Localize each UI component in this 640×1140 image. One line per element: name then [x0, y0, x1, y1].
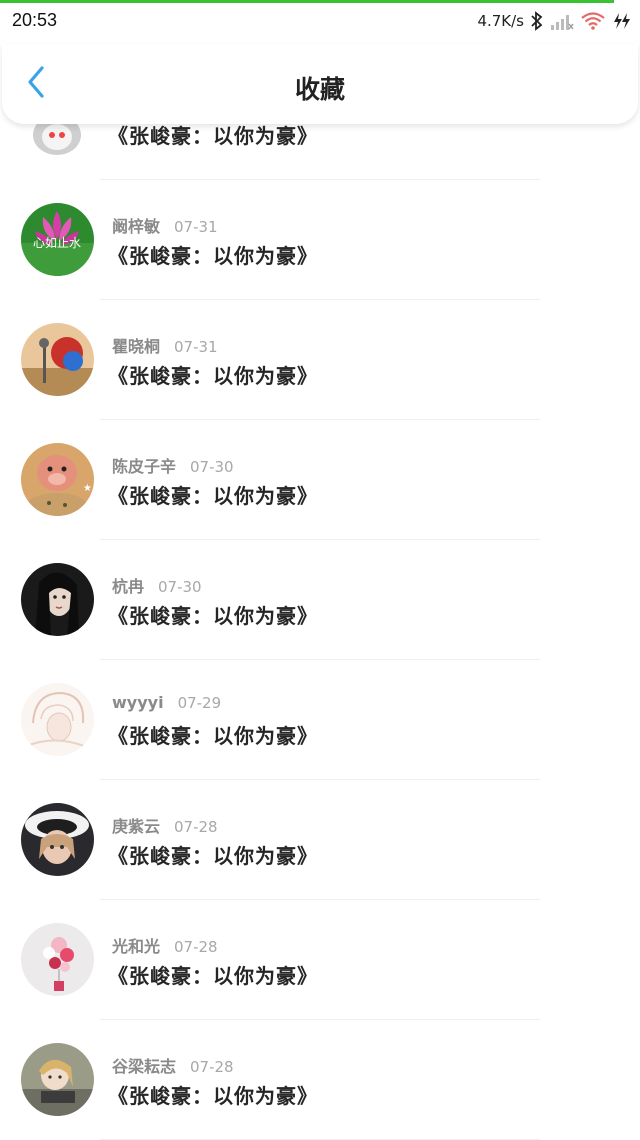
item-meta: 杭冉 07-30	[112, 573, 202, 597]
navigation-header: 收藏	[2, 44, 638, 124]
author-name: 阚梓敏	[112, 217, 161, 236]
signal-icon	[550, 11, 574, 31]
avatar	[21, 803, 94, 876]
item-title: 《张峻豪：以你为豪》	[108, 604, 318, 628]
avatar	[21, 683, 94, 756]
charging-icon	[612, 11, 632, 31]
author-name: 光和光	[112, 937, 161, 956]
item-title: 《张峻豪：以你为豪》	[108, 724, 318, 748]
item-title: 《张峻豪：以你为豪》	[108, 844, 318, 868]
bluetooth-icon	[530, 11, 544, 31]
svg-text:★: ★	[83, 483, 92, 494]
avatar-caption: 心如止水	[33, 235, 81, 250]
list-item[interactable]: 心如止水 阚梓敏 07-31 《张峻豪：以你为豪》	[0, 180, 640, 300]
avatar	[21, 323, 94, 396]
item-title: 《张峻豪：以你为豪》	[108, 124, 318, 148]
status-bar: 20:53 4.7K/s	[0, 0, 640, 44]
item-meta: 谷梁耘志 07-28	[112, 1053, 234, 1077]
avatar	[21, 923, 94, 996]
network-speed: 4.7K/s	[477, 12, 524, 30]
item-title: 《张峻豪：以你为豪》	[108, 964, 318, 988]
item-meta: 陈皮子辛 07-30	[112, 453, 234, 477]
item-date: 07-28	[190, 1058, 234, 1076]
list-item[interactable]: wyyyi 07-29 《张峻豪：以你为豪》	[0, 660, 640, 780]
author-name: wyyyi	[112, 693, 164, 712]
list-item[interactable]: 瞿晓桐 07-31 《张峻豪：以你为豪》	[0, 300, 640, 420]
item-date: 07-31	[174, 338, 218, 356]
status-icons: 4.7K/s	[477, 8, 632, 34]
page-title: 收藏	[294, 75, 345, 104]
item-date: 07-28	[174, 938, 218, 956]
author-name: 瞿晓桐	[112, 337, 161, 356]
avatar: 心如止水	[21, 203, 94, 276]
list-item[interactable]: ★ 陈皮子辛 07-30 《张峻豪：以你为豪》	[0, 420, 640, 540]
item-meta: 瞿晓桐 07-31	[112, 333, 218, 357]
author-name: 陈皮子辛	[112, 457, 177, 476]
item-date: 07-30	[190, 458, 234, 476]
item-date: 07-31	[174, 218, 218, 236]
list-item[interactable]: 光和光 07-28 《张峻豪：以你为豪》	[0, 900, 640, 1020]
author-name: 谷梁耘志	[112, 1057, 177, 1076]
item-meta: wyyyi 07-29	[112, 693, 221, 712]
avatar: ★	[21, 443, 94, 516]
avatar	[21, 1043, 94, 1116]
author-name: 庚紫云	[112, 817, 161, 836]
item-date: 07-29	[177, 694, 222, 712]
wifi-icon	[580, 11, 606, 31]
list-item[interactable]: 谷梁耘志 07-28 《张峻豪：以你为豪》	[0, 1020, 640, 1140]
list-item[interactable]: 杭冉 07-30 《张峻豪：以你为豪》	[0, 540, 640, 660]
list-item[interactable]: 庚紫云 07-28 《张峻豪：以你为豪》	[0, 780, 640, 900]
item-meta: 阚梓敏 07-31	[112, 213, 218, 237]
item-date: 07-28	[174, 818, 218, 836]
item-title: 《张峻豪：以你为豪》	[108, 1084, 318, 1108]
author-name: 杭冉	[112, 577, 145, 596]
item-title: 《张峻豪：以你为豪》	[108, 244, 318, 268]
status-time: 20:53	[12, 10, 58, 30]
avatar	[21, 563, 94, 636]
item-date: 07-30	[158, 578, 202, 596]
item-title: 《张峻豪：以你为豪》	[108, 484, 318, 508]
item-title: 《张峻豪：以你为豪》	[108, 364, 318, 388]
item-meta: 庚紫云 07-28	[112, 813, 218, 837]
item-meta: 光和光 07-28	[112, 933, 218, 957]
page-load-progress	[0, 0, 614, 3]
